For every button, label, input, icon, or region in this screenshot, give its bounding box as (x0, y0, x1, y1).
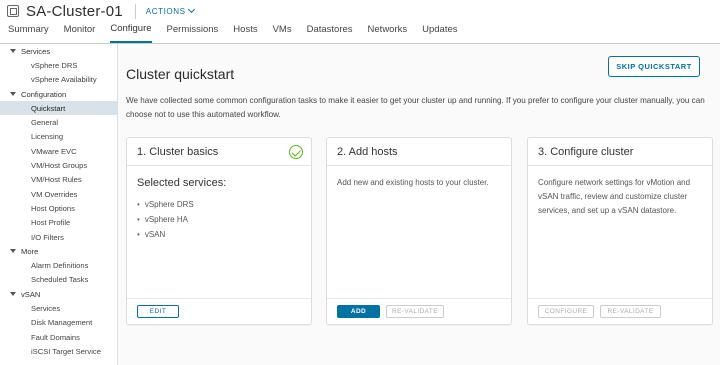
sidebar-item-alarm-definitions[interactable]: Alarm Definitions (0, 258, 117, 272)
caret-down-icon (10, 249, 16, 254)
tab-summary[interactable]: Summary (8, 21, 49, 43)
sidebar-item-scheduled-tasks[interactable]: Scheduled Tasks (0, 273, 117, 287)
services-list: vSphere DRS vSphere HA vSAN (137, 197, 301, 242)
card-body: Add new and existing hosts to your clust… (337, 178, 489, 187)
tab-hosts[interactable]: Hosts (233, 21, 257, 43)
list-item: vSAN (137, 227, 301, 242)
tab-updates[interactable]: Updates (422, 21, 457, 43)
sidebar-group-services[interactable]: Services (0, 44, 117, 58)
sidebar-item-vm-overrides[interactable]: VM Overrides (0, 187, 117, 201)
quickstart-panel: Cluster quickstart SKIP QUICKSTART We ha… (118, 44, 720, 365)
card-footer: CONFIGURE RE-VALIDATE (528, 298, 712, 324)
tab-permissions[interactable]: Permissions (167, 21, 219, 43)
intro-text: We have collected some common configurat… (126, 96, 705, 119)
configure-button: CONFIGURE (538, 305, 594, 318)
object-tabs: Summary Monitor Configure Permissions Ho… (0, 22, 720, 44)
card-add-hosts: 2. Add hosts Add new and existing hosts … (326, 137, 512, 325)
card-title: 1. Cluster basics (137, 145, 219, 158)
skip-quickstart-button[interactable]: SKIP QUICKSTART (608, 56, 700, 77)
chevron-down-icon (187, 5, 195, 14)
sidebar-item-iscsi-target-service[interactable]: iSCSI Target Service (0, 344, 117, 358)
card-body: Configure network settings for vMotion a… (538, 178, 691, 215)
sidebar-item-general[interactable]: General (0, 115, 117, 129)
sidebar-item-io-filters[interactable]: I/O Filters (0, 230, 117, 244)
sidebar-group-label: Configuration (21, 89, 67, 99)
add-button[interactable]: ADD (337, 305, 380, 318)
sidebar-group-configuration[interactable]: Configuration (0, 87, 117, 101)
caret-down-icon (10, 92, 16, 97)
card-header: 2. Add hosts (327, 138, 511, 166)
caret-down-icon (10, 292, 16, 297)
sidebar-item-vsphere-drs[interactable]: vSphere DRS (0, 58, 117, 72)
tab-networks[interactable]: Networks (368, 21, 408, 43)
card-header: 1. Cluster basics (127, 138, 311, 166)
sidebar-item-vsan-services[interactable]: Services (0, 301, 117, 315)
header-divider (134, 3, 136, 19)
tab-configure[interactable]: Configure (110, 21, 152, 43)
page-title: Cluster quickstart (126, 66, 235, 82)
revalidate-button: RE-VALIDATE (600, 305, 661, 318)
card-cluster-basics: 1. Cluster basics Selected services: vSp… (126, 137, 312, 325)
settings-sidebar: Services vSphere DRS vSphere Availabilit… (0, 44, 118, 365)
sidebar-item-vsphere-availability[interactable]: vSphere Availability (0, 73, 117, 87)
sidebar-item-disk-management[interactable]: Disk Management (0, 316, 117, 330)
revalidate-button: RE-VALIDATE (386, 305, 444, 318)
selected-services-title: Selected services: (137, 177, 227, 189)
sidebar-group-label: More (21, 246, 39, 256)
object-header: SA-Cluster-01 ACTIONS (0, 0, 720, 22)
sidebar-item-vm-host-groups[interactable]: VM/Host Groups (0, 158, 117, 172)
caret-down-icon (10, 49, 16, 54)
sidebar-group-label: vSAN (21, 289, 41, 299)
card-body: Selected services: vSphere DRS vSphere H… (127, 166, 311, 242)
actions-label: ACTIONS (145, 6, 186, 16)
list-item: vSphere HA (137, 212, 301, 227)
card-footer: EDIT (127, 298, 311, 324)
sidebar-item-licensing[interactable]: Licensing (0, 130, 117, 144)
tab-vms[interactable]: VMs (273, 21, 292, 43)
card-header: 3. Configure cluster (528, 138, 712, 166)
sidebar-item-vm-host-rules[interactable]: VM/Host Rules (0, 173, 117, 187)
card-title: 2. Add hosts (337, 145, 398, 158)
edit-button[interactable]: EDIT (137, 305, 179, 318)
tab-monitor[interactable]: Monitor (64, 21, 96, 43)
actions-menu-button[interactable]: ACTIONS (145, 5, 195, 16)
sidebar-item-vmware-evc[interactable]: VMware EVC (0, 144, 117, 158)
tab-datastores[interactable]: Datastores (307, 21, 353, 43)
sidebar-group-vsan[interactable]: vSAN (0, 287, 117, 301)
sidebar-item-host-options[interactable]: Host Options (0, 201, 117, 215)
cluster-icon (7, 5, 19, 17)
card-title: 3. Configure cluster (538, 145, 634, 158)
check-circle-icon (289, 145, 303, 159)
sidebar-item-fault-domains[interactable]: Fault Domains (0, 330, 117, 344)
card-footer: ADD RE-VALIDATE (327, 298, 511, 324)
cluster-title: SA-Cluster-01 (26, 2, 123, 20)
sidebar-group-more[interactable]: More (0, 244, 117, 258)
sidebar-item-quickstart[interactable]: Quickstart (0, 101, 117, 116)
sidebar-group-label: Services (21, 46, 51, 56)
sidebar-item-host-profile[interactable]: Host Profile (0, 216, 117, 230)
list-item: vSphere DRS (137, 197, 301, 212)
card-configure-cluster: 3. Configure cluster Configure network s… (527, 137, 713, 325)
